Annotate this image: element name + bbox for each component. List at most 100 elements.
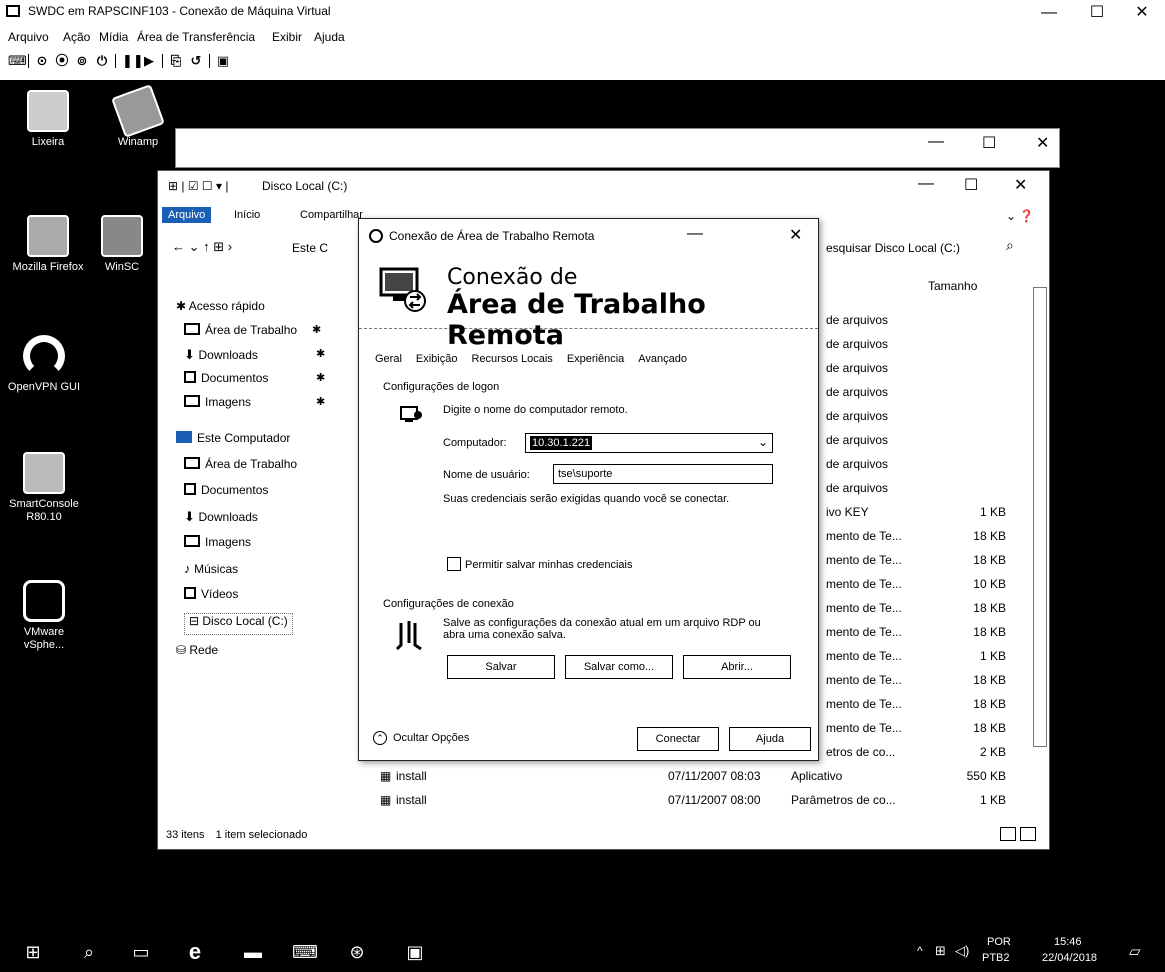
tab-recursos-locais[interactable]: Recursos Locais	[469, 353, 554, 365]
search-icon[interactable]: ⌕	[76, 940, 102, 964]
close-button[interactable]: ✕	[1119, 0, 1165, 26]
task-view-icon[interactable]: ▭	[128, 940, 154, 964]
tab-compartilhar[interactable]: Compartilhar	[300, 209, 363, 221]
smartconsole-icon	[23, 452, 65, 494]
notifications-icon[interactable]: ▱	[1129, 942, 1141, 960]
navigation-arrows-icon[interactable]: ← ⌄ ↑ ⊞ ›	[172, 239, 232, 255]
tab-exibicao[interactable]: Exibição	[414, 353, 460, 365]
collapse-options-icon[interactable]: ⌃	[373, 731, 387, 745]
tab-experiencia[interactable]: Experiência	[565, 353, 626, 365]
rdp-banner: Conexão de Área de Trabalho Remota	[359, 253, 818, 351]
recycle-bin-icon	[27, 90, 69, 132]
checkpoint-icon[interactable]: ⎘	[169, 54, 183, 68]
power-icon[interactable]: ⏻	[95, 54, 109, 68]
search-icon[interactable]: ⌕	[1006, 237, 1014, 254]
menu-midia[interactable]: Mídia	[99, 30, 128, 44]
network-icon[interactable]: ⊞	[935, 943, 946, 959]
help-icon[interactable]: ⌄ ❓	[1006, 209, 1034, 223]
save-as-button[interactable]: Salvar como...	[565, 655, 673, 679]
column-header-size[interactable]: Tamanho	[928, 279, 977, 293]
winscp-icon	[101, 215, 143, 257]
tab-inicio[interactable]: Início	[234, 209, 260, 221]
enhanced-session-icon[interactable]: ▣	[216, 54, 230, 68]
connect-button[interactable]: Conectar	[637, 727, 719, 751]
desktop-icon-vmware[interactable]: VMware vSphe...	[4, 580, 84, 652]
maximize-button[interactable]: ☐	[1074, 0, 1120, 26]
keyboard-layout[interactable]: PTB2	[982, 952, 1010, 964]
rdp-minimize-button[interactable]: —	[687, 225, 703, 243]
bg-close-button[interactable]: ✕	[1036, 133, 1049, 153]
teamviewer-icon[interactable]: ⊛	[344, 940, 370, 964]
menu-acao[interactable]: Ação	[63, 30, 90, 44]
explorer-close-button[interactable]: ✕	[1014, 175, 1027, 195]
menu-arquivo[interactable]: Arquivo	[8, 30, 49, 44]
bg-maximize-button[interactable]: ☐	[982, 133, 996, 153]
toolbar-separator	[28, 54, 29, 68]
save-button[interactable]: Salvar	[447, 655, 555, 679]
table-row[interactable]: ▦ install 07/11/2007 08:03 Aplicativo 55…	[158, 769, 1048, 791]
openvpn-icon	[23, 335, 65, 377]
desktop-icon-openvpn[interactable]: OpenVPN GUI	[4, 335, 84, 394]
chevron-down-icon[interactable]: ⌄	[758, 435, 768, 449]
desktop-icon-smartconsole[interactable]: SmartConsole R80.10	[4, 452, 84, 524]
remote-desktop-dialog: Conexão de Área de Trabalho Remota — ✕ C…	[358, 218, 819, 761]
menu-area-transferencia[interactable]: Área de Transferência	[137, 30, 255, 44]
table-row[interactable]: ▦ install 07/11/2007 08:00 Parâmetros de…	[158, 793, 1048, 815]
star-icon: ✱	[176, 299, 189, 313]
rdp-close-button[interactable]: ✕	[789, 225, 802, 245]
bg-minimize-button[interactable]: —	[928, 133, 944, 151]
file-explorer-icon[interactable]: ▬	[240, 940, 266, 964]
revert-icon[interactable]: ↺	[189, 54, 203, 68]
explorer-title-bar: ⊞ | ☑ ☐ ▾ | Disco Local (C:) — ☐ ✕	[158, 171, 1049, 203]
computer-combobox[interactable]: 10.30.1.221 ⌄	[525, 433, 773, 453]
vm-toolbar: ⌨ ⊙ ⦿ ⊚ ⏻ ❚❚ ▶ ⎘ ↺ ▣	[8, 52, 230, 70]
desktop-icon-lixeira[interactable]: Lixeira	[8, 90, 88, 149]
minimize-button[interactable]: —	[1026, 0, 1072, 26]
background-window[interactable]: — ☐ ✕	[175, 128, 1060, 168]
rdp-banner-line2: Área de Trabalho Remota	[447, 289, 706, 351]
hide-options-link[interactable]: Ocultar Opções	[393, 732, 469, 744]
volume-icon[interactable]: ◁)	[955, 943, 969, 959]
start-icon[interactable]: ⊙	[35, 54, 49, 68]
large-icons-view-icon[interactable]	[1020, 827, 1036, 841]
tray-overflow-icon[interactable]: ^	[917, 944, 923, 958]
menu-ajuda[interactable]: Ajuda	[314, 30, 345, 44]
status-item-count: 33 itens	[166, 829, 205, 841]
desktop-icon-winamp[interactable]: Winamp	[98, 84, 178, 149]
clock-date[interactable]: 22/04/2018	[1042, 952, 1097, 964]
help-button[interactable]: Ajuda	[729, 727, 811, 751]
tab-geral[interactable]: Geral	[373, 353, 404, 365]
firefox-icon	[27, 215, 69, 257]
logon-section-title: Configurações de logon	[383, 381, 500, 393]
language-code[interactable]: POR	[987, 936, 1011, 948]
edge-icon[interactable]: e	[182, 940, 208, 964]
quick-access-toolbar[interactable]: ⊞ | ☑ ☐ ▾ |	[168, 179, 229, 193]
clock-time[interactable]: 15:46	[1054, 936, 1082, 948]
tab-arquivo[interactable]: Arquivo	[162, 207, 212, 223]
desktop-icon-winscp[interactable]: WinSC	[92, 215, 152, 274]
shutdown-icon[interactable]: ⊚	[75, 54, 89, 68]
rdp-app-icon	[369, 229, 383, 243]
turn-off-icon[interactable]: ⦿	[55, 54, 69, 68]
taskbar: ⊞ ⌕ ▭ e ▬ ⌨ ⊛ ▣ ^ ⊞ ◁) POR PTB2 15:46 22…	[0, 932, 1165, 972]
pause-icon[interactable]: ❚❚	[122, 54, 144, 68]
tab-avancado[interactable]: Avançado	[636, 353, 689, 365]
file-icon: ▦	[380, 769, 392, 783]
terminal-icon[interactable]: ⌨	[292, 940, 318, 964]
save-credentials-checkbox[interactable]	[447, 557, 461, 571]
ctrl-alt-del-icon[interactable]: ⌨	[8, 54, 27, 68]
desktop-icon-firefox[interactable]: Mozilla Firefox	[8, 215, 88, 274]
explorer-maximize-button[interactable]: ☐	[964, 175, 978, 195]
username-field[interactable]: tse\suporte	[553, 464, 773, 484]
remote-desktop-icon[interactable]: ▣	[402, 940, 428, 964]
details-view-icon[interactable]	[1000, 827, 1016, 841]
address-path[interactable]: Este C	[292, 241, 328, 255]
username-label: Nome de usuário:	[443, 469, 530, 481]
explorer-minimize-button[interactable]: —	[918, 175, 934, 193]
windows-start-icon[interactable]: ⊞	[20, 940, 46, 964]
reset-icon[interactable]: ▶	[142, 54, 156, 68]
rdp-banner-line1: Conexão de	[447, 265, 578, 290]
menu-exibir[interactable]: Exibir	[272, 30, 302, 44]
open-button[interactable]: Abrir...	[683, 655, 791, 679]
search-input[interactable]: esquisar Disco Local (C:)	[826, 241, 960, 255]
